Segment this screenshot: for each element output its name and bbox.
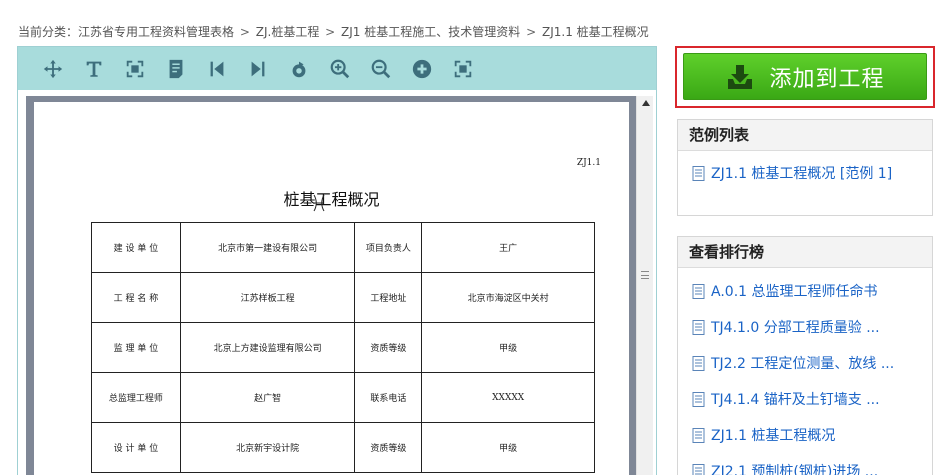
- field-value: 甲级: [421, 322, 595, 373]
- breadcrumb-prefix: 当前分类：: [18, 25, 79, 39]
- zoom-in-icon[interactable]: [323, 52, 357, 86]
- fit-page-icon[interactable]: [118, 52, 152, 86]
- field-label: 工 程 名 称: [91, 272, 181, 323]
- field-value: 北京市第一建设有限公司: [179, 222, 356, 273]
- ranking-item-label: TJ2.2 工程定位测量、放线 ...: [711, 356, 895, 372]
- field-value: 甲级: [421, 422, 595, 473]
- scroll-grip[interactable]: [641, 271, 649, 279]
- example-item[interactable]: ZJ1.1 桩基工程概况 [范例 1]: [678, 155, 932, 191]
- field-label: 工程地址: [354, 272, 423, 323]
- viewer-toolbar: [18, 47, 656, 90]
- ranking-item-label: ZJ2.1 预制桩(钢桩)进场 ...: [711, 464, 879, 475]
- field-label: 监 理 单 位: [91, 322, 181, 373]
- document-icon[interactable]: [159, 52, 193, 86]
- field-label: 总监理工程师: [91, 372, 181, 423]
- document-icon: [692, 427, 705, 443]
- ranking-panel: 查看排行榜 A.0.1 总监理工程师任命书 TJ4.1.0 分部工程质量验 ..…: [677, 236, 933, 475]
- last-page-icon[interactable]: [241, 52, 275, 86]
- ranking-item-label: TJ4.1.0 分部工程质量验 ...: [711, 320, 880, 336]
- field-label: 资质等级: [354, 422, 423, 473]
- examples-title: 范例列表: [678, 120, 932, 151]
- document-icon: [692, 355, 705, 371]
- zoom-out-icon[interactable]: [364, 52, 398, 86]
- field-value: 王广: [421, 222, 595, 273]
- info-table: 建 设 单 位北京市第一建设有限公司 项目负责人 王广工 程 名 称江苏样板工程 工程…: [91, 222, 595, 473]
- ranking-item-label: TJ4.1.4 锚杆及土钉墙支 ...: [711, 392, 880, 408]
- breadcrumb-item-zj1[interactable]: ZJ1 桩基工程施工、技术管理资料: [341, 25, 520, 39]
- text-icon[interactable]: [77, 52, 111, 86]
- add-icon[interactable]: [405, 52, 439, 86]
- document-frame: ZJ1.1 桩基工程概况 建 设 单 位北京市第一建设有限公司 项目负责人 王广工 …: [26, 96, 641, 475]
- field-label: 资质等级: [354, 322, 423, 373]
- ranking-item[interactable]: A.0.1 总监理工程师任命书: [678, 273, 932, 309]
- ranking-item-label: ZJ1.1 桩基工程概况: [711, 428, 836, 444]
- ranking-item[interactable]: TJ2.2 工程定位测量、放线 ...: [678, 345, 932, 381]
- viewer-canvas[interactable]: ZJ1.1 桩基工程概况 建 设 单 位北京市第一建设有限公司 项目负责人 王广工 …: [18, 90, 656, 475]
- document-code: ZJ1.1: [576, 158, 601, 168]
- add-button-highlight: 添加到工程: [675, 46, 935, 108]
- field-value: 江苏样板工程: [179, 272, 356, 323]
- document-page: ZJ1.1 桩基工程概况 建 设 单 位北京市第一建设有限公司 项目负责人 王广工 …: [34, 102, 629, 475]
- table-row: 工 程 名 称江苏样板工程 工程地址 北京市海淀区中关村: [91, 272, 595, 323]
- table-row: 监 理 单 位北京上方建设监理有限公司 资质等级 甲级: [91, 322, 595, 373]
- document-viewer: ZJ1.1 桩基工程概况 建 设 单 位北京市第一建设有限公司 项目负责人 王广工 …: [17, 46, 657, 475]
- ranking-item-label: A.0.1 总监理工程师任命书: [711, 284, 878, 300]
- example-item-label: ZJ1.1 桩基工程概况 [范例 1]: [711, 166, 893, 182]
- breadcrumb-separator: >: [526, 25, 537, 39]
- ranking-title: 查看排行榜: [678, 237, 932, 268]
- ranking-item[interactable]: ZJ1.1 桩基工程概况: [678, 417, 932, 453]
- fullscreen-icon[interactable]: [446, 52, 480, 86]
- move-icon[interactable]: [36, 52, 70, 86]
- cursor-icon: [313, 194, 325, 212]
- breadcrumb-item-zj[interactable]: ZJ.桩基工程: [256, 25, 320, 39]
- field-value: XXXXX: [421, 372, 595, 423]
- first-page-icon[interactable]: [200, 52, 234, 86]
- rotate-icon[interactable]: [282, 52, 316, 86]
- field-value: 赵广智: [179, 372, 356, 423]
- viewer-scrollbar[interactable]: [636, 96, 653, 475]
- add-to-project-label: 添加到工程: [769, 66, 885, 92]
- ranking-item[interactable]: TJ4.1.0 分部工程质量验 ...: [678, 309, 932, 345]
- breadcrumb-item-current[interactable]: ZJ1.1 桩基工程概况: [542, 25, 649, 39]
- add-to-project-button[interactable]: 添加到工程: [683, 53, 927, 100]
- examples-panel: 范例列表 ZJ1.1 桩基工程概况 [范例 1]: [677, 119, 933, 216]
- field-label: 设 计 单 位: [91, 422, 181, 473]
- field-label: 建 设 单 位: [91, 222, 181, 273]
- document-icon: [692, 391, 705, 407]
- document-icon: [692, 165, 705, 181]
- field-label: 项目负责人: [354, 222, 423, 273]
- breadcrumb: 当前分类：江苏省专用工程资料管理表格 > ZJ.桩基工程 > ZJ1 桩基工程施…: [18, 23, 649, 40]
- download-tray-icon: [728, 64, 753, 89]
- scroll-up-arrow-icon[interactable]: [637, 96, 654, 110]
- breadcrumb-item-jiangsu[interactable]: 江苏省专用工程资料管理表格: [78, 25, 234, 39]
- field-label: 联系电话: [354, 372, 423, 423]
- document-icon: [692, 283, 705, 299]
- document-icon: [692, 319, 705, 335]
- breadcrumb-separator: >: [239, 25, 250, 39]
- field-value: 北京市海淀区中关村: [421, 272, 595, 323]
- table-row: 设 计 单 位北京新宇设计院 资质等级 甲级: [91, 422, 595, 473]
- document-title: 桩基工程概况: [283, 190, 380, 209]
- field-value: 北京上方建设监理有限公司: [179, 322, 356, 373]
- field-value: 北京新宇设计院: [179, 422, 356, 473]
- breadcrumb-separator: >: [325, 25, 336, 39]
- ranking-item[interactable]: ZJ2.1 预制桩(钢桩)进场 ...: [678, 453, 932, 475]
- table-row: 总监理工程师 赵广智 联系电话 XXXXX: [91, 372, 595, 423]
- table-row: 建 设 单 位北京市第一建设有限公司 项目负责人 王广: [91, 222, 595, 273]
- ranking-item[interactable]: TJ4.1.4 锚杆及土钉墙支 ...: [678, 381, 932, 417]
- document-icon: [692, 463, 705, 475]
